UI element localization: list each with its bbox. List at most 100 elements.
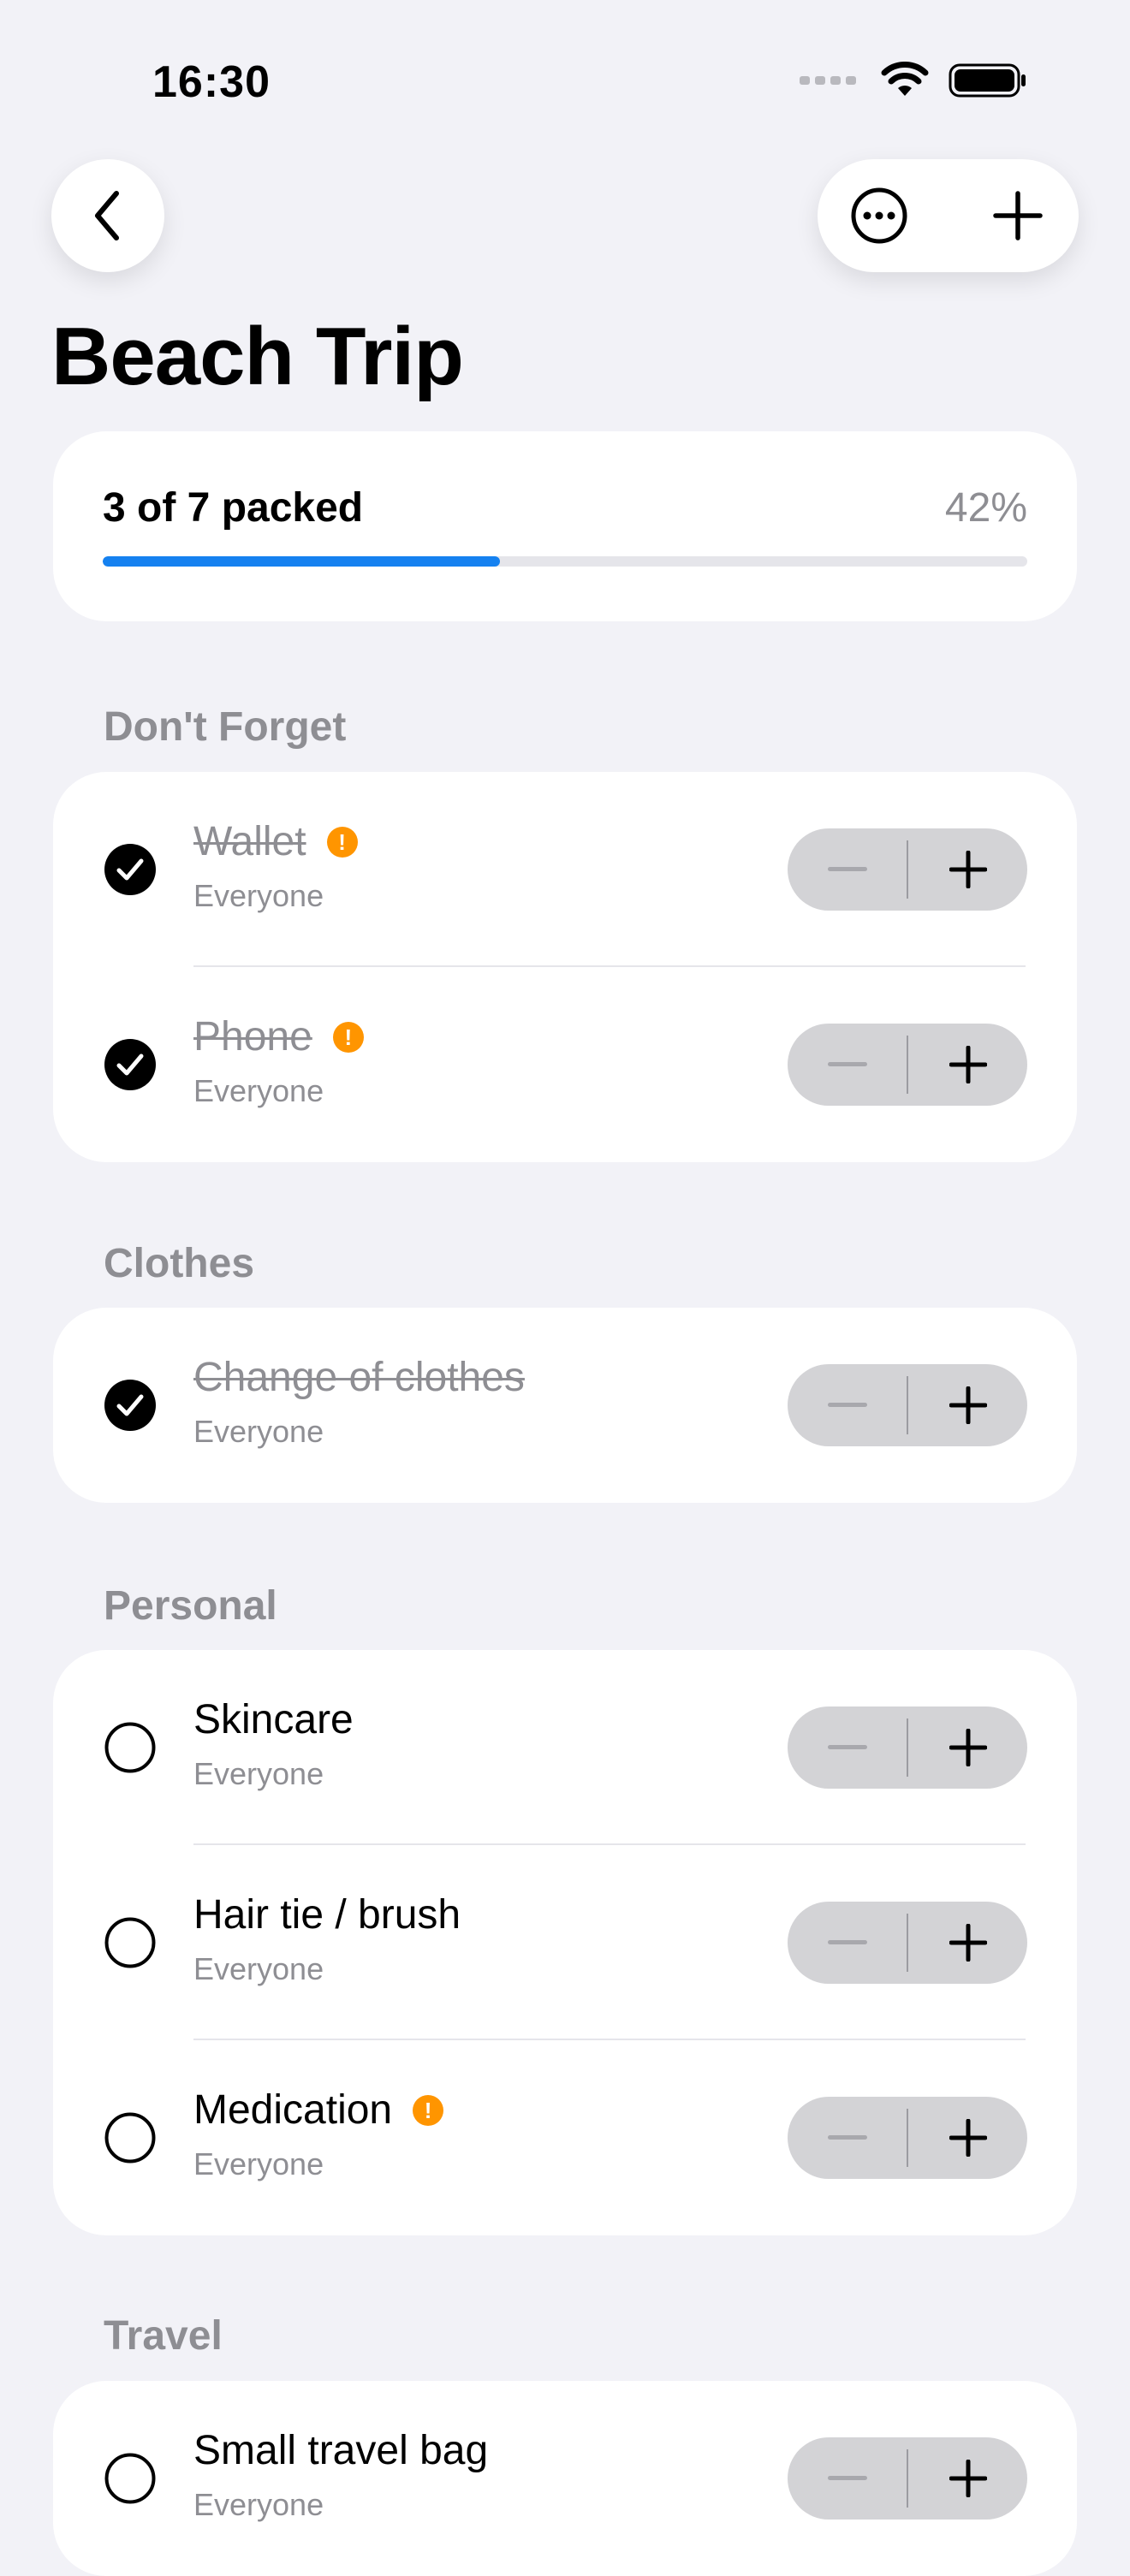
exclamation-icon: ! [413,2095,444,2126]
add-item-button[interactable] [987,185,1049,246]
item-name-row: Medication! [193,2087,444,2133]
item-name-row: Wallet! [193,822,358,863]
wifi-icon [881,62,929,96]
item-assignee: Everyone [193,1756,324,1791]
plus-icon [949,1924,987,1962]
list-item: Skincare Everyone [53,1650,1077,1845]
increment-button[interactable] [908,1364,1027,1446]
increment-button[interactable] [908,828,1027,911]
quantity-stepper [788,1024,1027,1106]
progress-bar-fill [103,556,501,567]
item-name: Change of clothes [193,1355,525,1400]
cellular-signal-icon [800,76,856,85]
section-header: Clothes [104,1241,255,1286]
progress-card: 3 of 7 packed 42% [53,431,1077,621]
quantity-stepper [788,2437,1027,2520]
battery-icon [949,63,1026,98]
list-item: Medication! Everyone [53,2040,1077,2235]
item-assignee: Everyone [193,2487,324,2522]
plus-icon [949,851,987,888]
minus-icon [827,867,867,871]
item-name-row: Change of clothes [193,1357,525,1398]
item-assignee: Everyone [193,1073,324,1108]
page-title: Beach Trip [51,311,464,402]
decrement-button[interactable] [788,1902,907,1984]
quantity-stepper [788,2097,1027,2179]
item-name: Small travel bag [193,2428,489,2473]
exclamation-icon: ! [326,827,358,858]
minus-icon [827,1403,867,1407]
plus-icon [949,1386,987,1424]
list-item: Small travel bag Everyone [53,2381,1077,2576]
status-icons [800,62,1027,99]
status-time: 16:30 [152,57,271,107]
section-card: Skincare Everyone Hair tie / brush Everyone… [53,1650,1077,2235]
item-name: Wallet [193,819,306,864]
quantity-stepper [788,1364,1027,1446]
increment-button[interactable] [908,2097,1027,2179]
progress-label: 3 of 7 packed [103,485,364,531]
progress-bar [103,556,1027,567]
item-name: Phone [193,1014,312,1059]
section-header: Don't Forget [104,704,347,750]
nav-actions [818,159,1079,272]
item-assignee: Everyone [193,1414,324,1449]
item-name-row: Phone! [193,1017,364,1058]
list-item: Wallet! Everyone [53,772,1077,967]
status-bar: 16:30 [0,0,1130,163]
checkmark-circle-icon[interactable] [104,1039,156,1090]
item-name: Skincare [193,1697,354,1742]
minus-icon [827,2135,867,2140]
item-name-row: Small travel bag [193,2431,488,2472]
plus-icon [949,1729,987,1766]
decrement-button[interactable] [788,1706,907,1789]
list-item: Change of clothes Everyone [53,1308,1077,1503]
quantity-stepper [788,828,1027,911]
item-assignee: Everyone [193,2146,324,2181]
increment-button[interactable] [908,2437,1027,2520]
item-name: Medication [193,2087,393,2133]
empty-circle-icon[interactable] [104,1917,156,1968]
plus-icon [993,191,1043,240]
checkmark-circle-icon[interactable] [104,1380,156,1431]
empty-circle-icon[interactable] [104,2453,156,2504]
ellipsis-circle-icon [851,187,907,244]
minus-icon [827,2476,867,2480]
item-assignee: Everyone [193,878,324,913]
item-name-row: Skincare [193,1700,354,1741]
plus-icon [949,2460,987,2497]
minus-icon [827,1940,867,1944]
quantity-stepper [788,1706,1027,1789]
item-name: Hair tie / brush [193,1892,461,1938]
empty-circle-icon[interactable] [104,1722,156,1773]
section-header: Travel [104,2313,223,2359]
checkmark-circle-icon[interactable] [104,844,156,895]
section-card: Change of clothes Everyone [53,1308,1077,1503]
exclamation-icon: ! [332,1022,364,1053]
minus-icon [827,1745,867,1749]
back-button[interactable] [51,159,164,272]
decrement-button[interactable] [788,1024,907,1106]
progress-percent: 42% [944,485,1027,531]
plus-icon [949,2119,987,2157]
increment-button[interactable] [908,1024,1027,1106]
decrement-button[interactable] [788,2437,907,2520]
empty-circle-icon[interactable] [104,2112,156,2163]
section-header: Personal [104,1583,277,1629]
plus-icon [949,1046,987,1083]
decrement-button[interactable] [788,1364,907,1446]
section-card: Small travel bag Everyone [53,2381,1077,2576]
increment-button[interactable] [908,1706,1027,1789]
list-item: Phone! Everyone [53,967,1077,1162]
quantity-stepper [788,1902,1027,1984]
section-card: Wallet! Everyone Phone! Everyone [53,772,1077,1162]
minus-icon [827,1062,867,1066]
more-button[interactable] [848,185,910,246]
item-assignee: Everyone [193,1951,324,1986]
decrement-button[interactable] [788,828,907,911]
item-name-row: Hair tie / brush [193,1895,461,1936]
chevron-left-icon [95,191,119,240]
list-item: Hair tie / brush Everyone [53,1845,1077,2040]
decrement-button[interactable] [788,2097,907,2179]
increment-button[interactable] [908,1902,1027,1984]
